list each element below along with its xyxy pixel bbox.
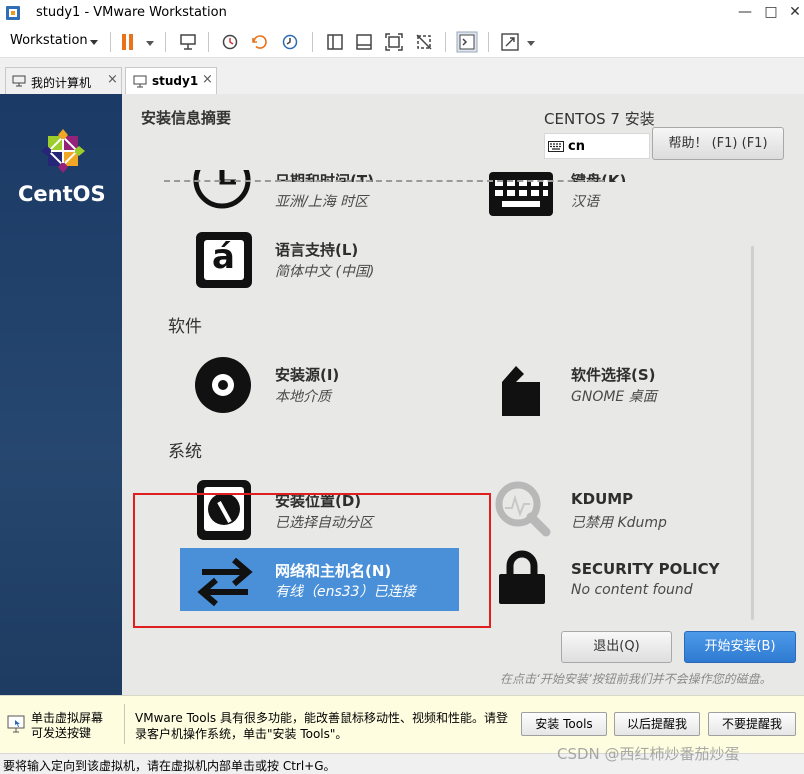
remind-later-button[interactable]: 以后提醒我 — [614, 712, 700, 736]
vm-icon — [133, 75, 147, 88]
scroll-fade-divider — [164, 180, 604, 182]
spoke-kdump-title[interactable]: KDUMP — [571, 490, 633, 508]
disc-icon — [195, 357, 251, 413]
spoke-kdump-status: 已禁用 Kdump — [571, 515, 667, 531]
chevron-down-icon[interactable] — [90, 40, 98, 45]
snapshot-manager-icon[interactable] — [280, 32, 300, 52]
spoke-language-title[interactable]: 语言支持(L) — [275, 239, 358, 260]
vmware-app-icon — [6, 6, 20, 20]
stretch-menu-chevron-icon[interactable] — [527, 41, 535, 46]
click-screen-hint-line2: 可发送按键 — [31, 726, 92, 740]
tab-label: study1 — [152, 74, 199, 88]
keyboard-layout-value: cn — [568, 139, 585, 154]
section-system-title: 系统 — [168, 442, 202, 462]
snapshot-icon[interactable] — [220, 32, 240, 52]
spoke-keyboard-status: 汉语 — [571, 194, 599, 210]
send-ctrl-alt-del-icon[interactable] — [178, 32, 198, 52]
vmware-tools-message: VMware Tools 具有很多功能，能改善鼠标移动性、视频和性能。请登录客户… — [135, 711, 508, 741]
tab-my-computer[interactable]: 我的计算机 × — [5, 67, 122, 95]
installation-summary-title: 安装信息摘要 — [141, 109, 232, 127]
window-title: study1 - VMware Workstation — [36, 5, 227, 20]
clock-icon — [193, 170, 251, 209]
stretch-guest-icon[interactable] — [500, 32, 520, 52]
dont-remind-button[interactable]: 不要提醒我 — [708, 712, 796, 736]
spoke-security-status: No content found — [571, 582, 693, 598]
toolbar-divider — [312, 32, 313, 52]
toolbar-divider — [110, 32, 111, 52]
revert-snapshot-icon[interactable] — [250, 32, 270, 52]
spoke-security-title[interactable]: SECURITY POLICY — [571, 560, 719, 578]
spoke-source-title[interactable]: 安装源(I) — [275, 364, 339, 385]
magnifier-icon — [495, 481, 551, 537]
spoke-software-status: GNOME 桌面 — [571, 389, 657, 405]
toolbar-divider — [208, 32, 209, 52]
toolbar-divider — [445, 32, 446, 52]
toolbar-divider — [488, 32, 489, 52]
tab-study1[interactable]: study1 × — [125, 67, 217, 96]
click-screen-hint-line1: 单击虚拟屏幕 — [31, 711, 104, 725]
disk-notice: 在点击‘开始安装’按钮前我们并不会操作您的磁盘。 — [500, 672, 772, 686]
click-screen-hint: 单击虚拟屏幕 可发送按键 — [31, 711, 103, 741]
workstation-menu[interactable]: Workstation — [10, 33, 88, 48]
tab-label: 我的计算机 — [31, 76, 92, 90]
csdn-watermark: CSDN @西红柿炒番茄炒蛋 — [557, 745, 740, 763]
installer-product-title: CENTOS 7 安装 — [544, 110, 655, 128]
spoke-language-status: 简体中文 (中国) — [275, 264, 375, 280]
quit-button[interactable]: 退出(Q) — [561, 631, 672, 663]
thumbnail-bar-icon[interactable] — [354, 32, 374, 52]
spoke-source-status: 本地介质 — [275, 389, 331, 405]
keyboard-small-icon — [548, 141, 564, 152]
begin-installation-button[interactable]: 开始安装(B) — [684, 631, 796, 663]
help-button[interactable]: 帮助！ (F1) (F1) — [652, 127, 784, 160]
keyboard-icon — [489, 172, 553, 216]
click-screen-icon — [7, 715, 25, 733]
full-screen-icon[interactable] — [384, 32, 404, 52]
toolbar-divider — [165, 32, 166, 52]
hint-divider — [124, 704, 125, 744]
spoke-datetime-status: 亚洲/上海 时区 — [275, 194, 369, 210]
section-software-title: 软件 — [168, 317, 202, 337]
install-tools-button[interactable]: 安装 Tools — [521, 712, 607, 736]
package-icon — [502, 366, 540, 416]
lock-icon — [499, 550, 545, 604]
status-text: 要将输入定向到该虚拟机，请在虚拟机内部单击或按 Ctrl+G。 — [3, 759, 336, 773]
unity-icon[interactable] — [414, 32, 434, 52]
annotation-highlight-box — [133, 493, 491, 628]
close-tab-icon[interactable]: × — [107, 72, 118, 87]
centos-logo-icon — [41, 129, 85, 173]
console-view-icon[interactable] — [456, 31, 478, 53]
close-tab-icon[interactable]: × — [202, 72, 213, 87]
pause-icon[interactable] — [118, 32, 138, 52]
show-library-icon[interactable] — [325, 32, 345, 52]
computer-icon — [12, 75, 26, 87]
pause-menu-chevron-icon[interactable] — [146, 41, 154, 46]
spoke-software-title[interactable]: 软件选择(S) — [571, 364, 656, 385]
language-icon: á — [196, 232, 252, 288]
centos-brand-text: CentOS — [18, 182, 106, 206]
close-button[interactable]: ✕ — [780, 0, 804, 26]
